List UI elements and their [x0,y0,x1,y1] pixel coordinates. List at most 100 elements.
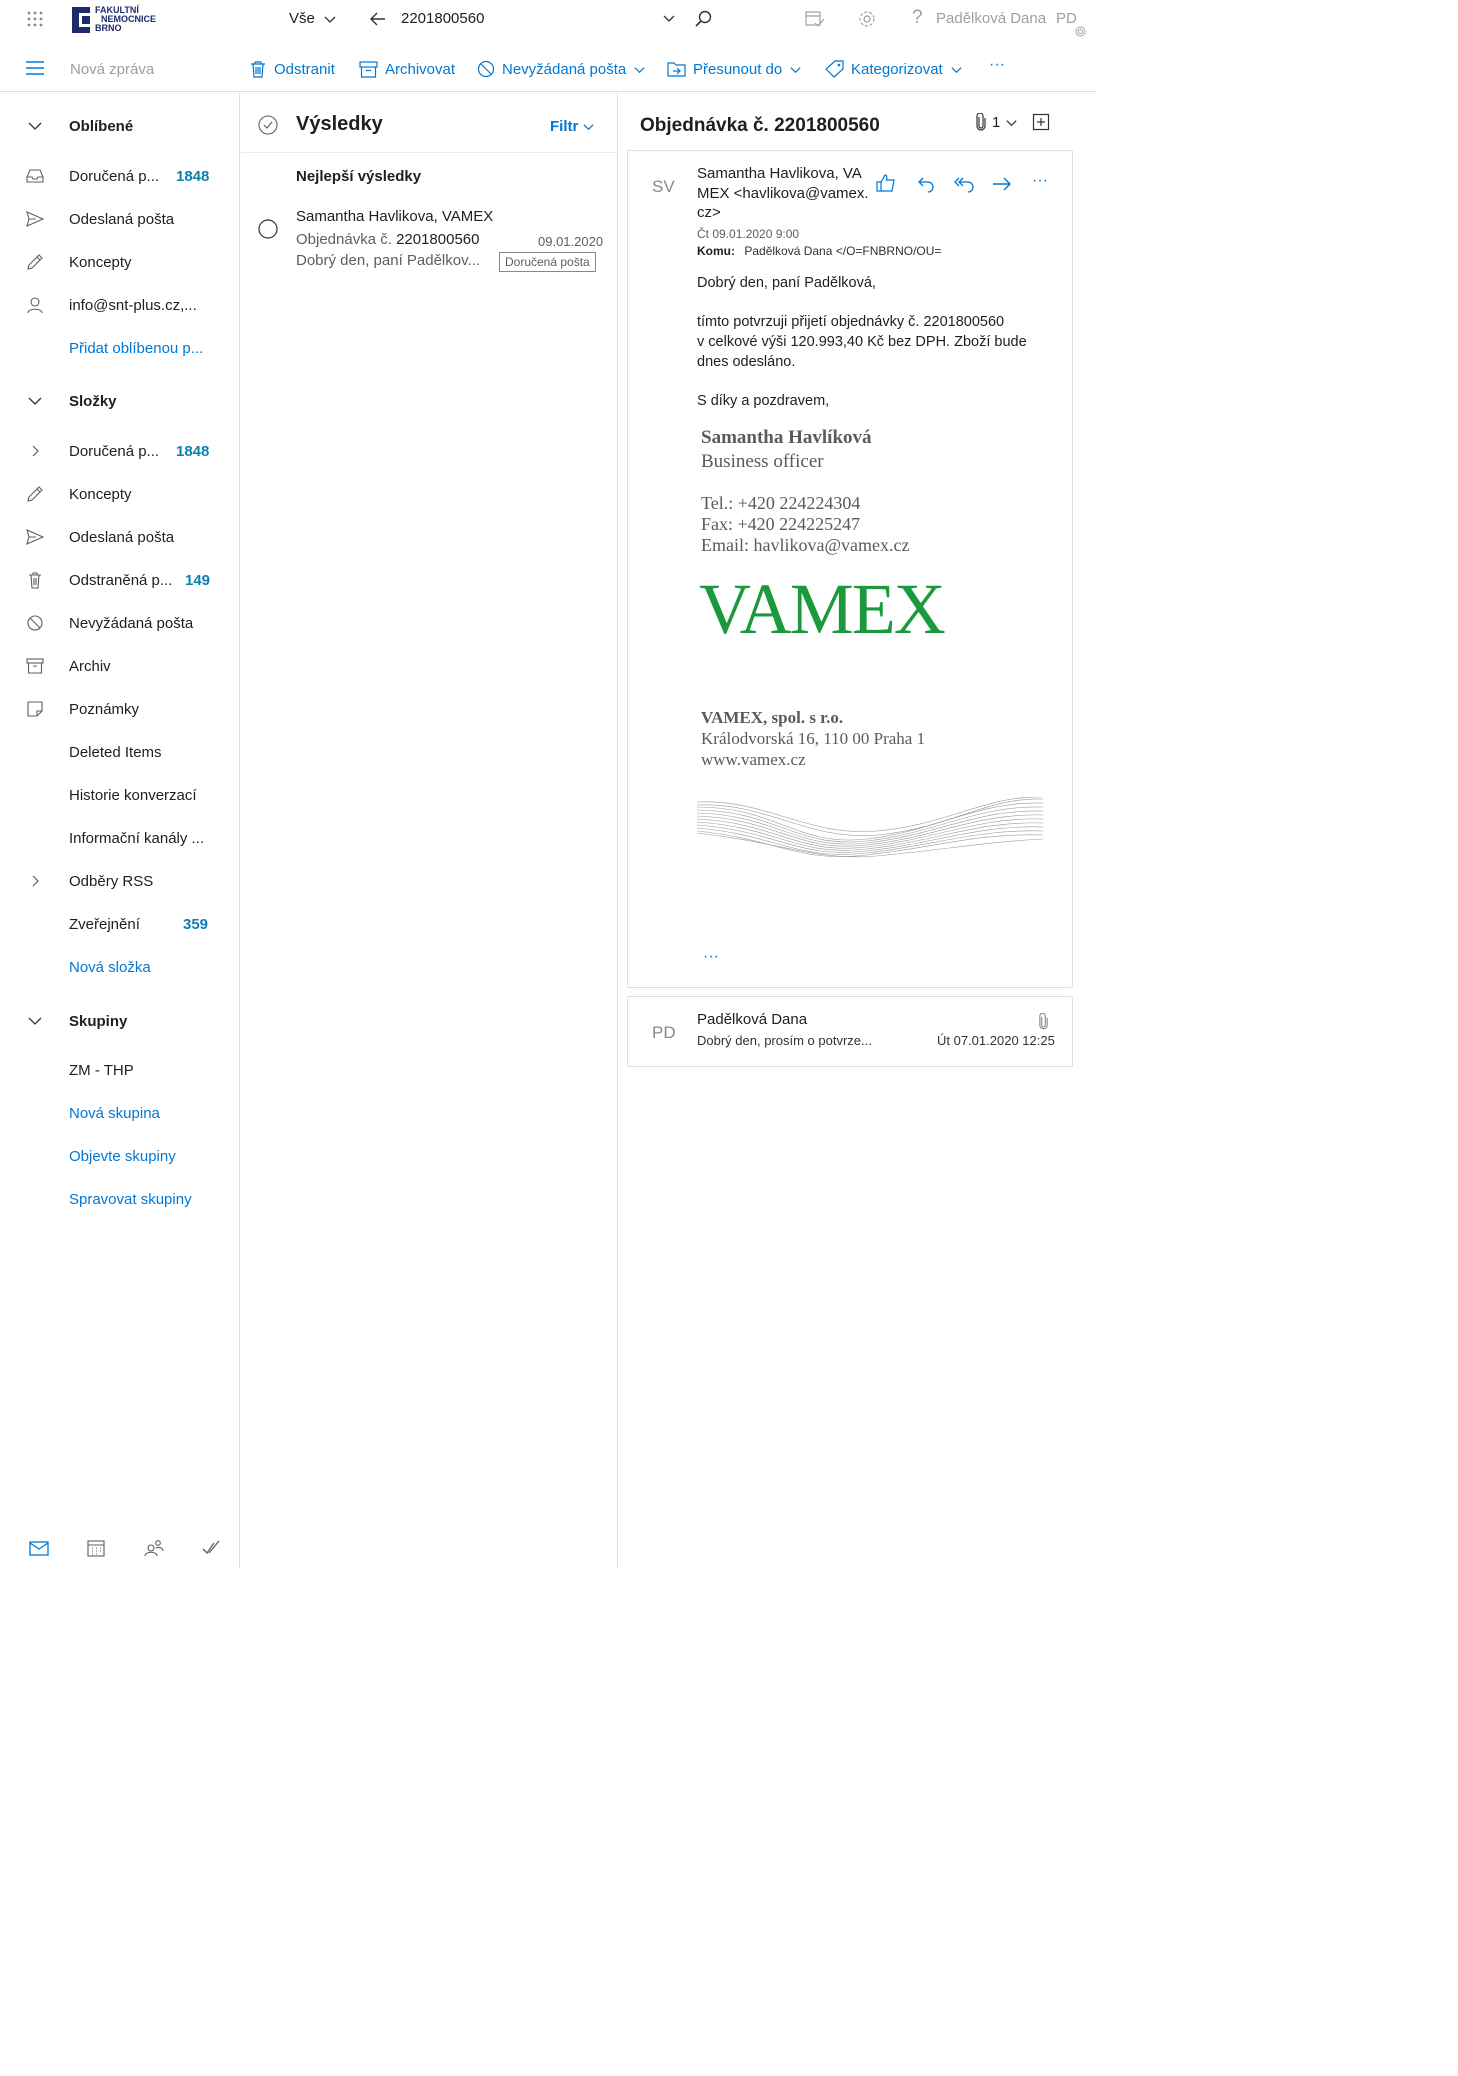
nav-item-label: Archiv [69,657,111,675]
mail-icon[interactable] [29,1541,49,1556]
user-name[interactable]: Padělková Dana [936,10,1046,27]
categorize-label: Kategorizovat [851,60,943,78]
person-icon [26,296,44,314]
move-to-label: Přesunout do [693,60,783,78]
tasks-icon[interactable] [202,1540,220,1556]
people-icon[interactable] [144,1539,164,1557]
nav-item-junk[interactable]: Nevyžádaná pošta [0,605,239,641]
nav-item-favorite-inbox[interactable]: Doručená p... 1848 [0,158,239,194]
move-to-button[interactable]: Přesunout do [667,58,802,80]
delete-button[interactable]: Odstranit [249,58,335,80]
chevron-down-icon [633,63,646,76]
discover-groups-label: Objevte skupiny [69,1147,176,1165]
filter-button[interactable]: Filtr [550,118,595,135]
new-group-link[interactable]: Nová skupina [0,1095,239,1131]
nav-item-deleted-items[interactable]: Deleted Items [0,734,239,770]
search-scope-label: Vše [289,10,315,27]
nav-item-feeds[interactable]: Informační kanály ... [0,820,239,856]
message-select-checkbox[interactable] [258,219,278,239]
chevron-right-icon[interactable] [26,872,44,890]
nav-item-group[interactable]: ZM - THP [0,1052,239,1088]
signature-web: www.vamex.cz [701,750,806,769]
categorize-button[interactable]: Kategorizovat [825,58,963,80]
conversation-subject: Objednávka č. 2201800560 [640,115,880,136]
trash-icon [26,571,44,589]
signature-tel: Tel.: +420 224224304 [701,493,861,513]
nav-item-inbox[interactable]: Doručená p... 1848 [0,433,239,469]
nav-item-favorite-drafts[interactable]: Koncepty [0,244,239,280]
add-favorite-link[interactable]: Přidat oblíbenou p... [0,330,239,366]
manage-groups-link[interactable]: Spravovat skupiny [0,1181,239,1217]
sender-info[interactable]: Samantha Havlikova, VA MEX <havlikova@va… [697,164,869,221]
archive-icon [26,657,44,675]
app-launcher-icon[interactable] [26,10,44,28]
attachment-count-button[interactable]: 1 [975,113,1018,131]
more-actions-icon[interactable]: ··· [1032,172,1048,190]
avatar[interactable]: PD [1056,10,1077,27]
search-input[interactable]: 2201800560 [401,9,656,31]
list-item[interactable]: Samantha Havlikova, VAMEX Objednávka č. … [241,203,617,273]
more-actions-button[interactable]: ··· [989,54,1005,76]
nav-item-conversation-history[interactable]: Historie konverzací [0,777,239,813]
nav-item-label: ZM - THP [69,1061,134,1079]
add-favorite-label: Přidat oblíbenou p... [69,339,204,357]
recipients: Komu: Padělková Dana </O=FNBRNO/OU= [697,244,941,258]
discover-groups-link[interactable]: Objevte skupiny [0,1138,239,1174]
nav-item-archive[interactable]: Archiv [0,648,239,684]
calendar-task-icon[interactable] [805,10,825,28]
back-arrow-icon[interactable] [369,10,387,28]
chevron-down-icon [950,63,963,76]
nav-item-label: Zveřejnění [69,915,140,933]
new-folder-link[interactable]: Nová složka [0,949,239,985]
like-icon[interactable] [876,173,896,193]
junk-button[interactable]: Nevyžádaná pošta [477,58,646,80]
nav-item-favorite-sent[interactable]: Odeslaná pošta [0,201,239,237]
new-message-button[interactable]: Nová zpráva [70,58,154,80]
hamburger-menu-icon[interactable] [26,61,44,75]
nav-section-favorites[interactable]: Oblíbené [0,108,239,144]
junk-label: Nevyžádaná pošta [502,60,627,78]
nav-item-label: Deleted Items [69,743,162,761]
filter-label: Filtr [550,118,579,135]
open-in-new-window-icon[interactable] [1032,113,1050,131]
pencil-icon [26,253,44,271]
folder-tag[interactable]: Doručená pošta [499,252,596,272]
gear-icon[interactable] [858,10,876,28]
search-icon[interactable] [693,9,713,29]
search-scope-dropdown[interactable]: Vše [289,10,337,27]
archive-button[interactable]: Archivovat [359,58,455,80]
send-icon [26,528,44,546]
chevron-right-icon[interactable] [26,442,44,460]
reply-icon[interactable] [917,175,935,193]
archive-label: Archivovat [385,60,456,78]
chevron-down-icon [582,120,595,133]
previous-sender: Padělková Dana [697,1011,808,1028]
unread-count: 359 [183,915,209,933]
nav-item-label: Odeslaná pošta [69,528,175,546]
chevron-down-icon[interactable] [662,11,676,25]
signature-company: VAMEX, spol. s r.o. [701,708,844,727]
nav-item-drafts[interactable]: Koncepty [0,476,239,512]
nav-section-label: Složky [69,392,117,410]
nav-item-label: Koncepty [69,253,132,271]
chevron-down-icon [26,117,44,135]
forward-icon[interactable] [992,175,1012,193]
nav-section-folders[interactable]: Složky [0,383,239,419]
help-icon[interactable]: ? [912,7,923,29]
nav-item-published[interactable]: Zveřejnění 359 [0,906,239,942]
inbox-icon [26,167,44,185]
select-all-checkbox[interactable] [258,115,278,135]
section-header: Nejlepší výsledky [296,168,422,185]
nav-item-notes[interactable]: Poznámky [0,691,239,727]
nav-item-label: Odstraněná p... [69,571,173,589]
chevron-down-icon [26,392,44,410]
nav-section-groups[interactable]: Skupiny [0,1003,239,1039]
reply-all-icon[interactable] [954,175,974,193]
show-more-button[interactable]: ··· [703,948,719,966]
nav-item-rss[interactable]: Odběry RSS [0,863,239,899]
nav-item-deleted[interactable]: Odstraněná p... 149 [0,562,239,598]
previous-message-card[interactable]: PD Padělková Dana Dobrý den, prosím o po… [627,996,1073,1067]
nav-item-favorite-shared-mailbox[interactable]: info@snt-plus.cz,... [0,287,239,323]
calendar-icon[interactable] [87,1539,105,1557]
nav-item-sent[interactable]: Odeslaná pošta [0,519,239,555]
